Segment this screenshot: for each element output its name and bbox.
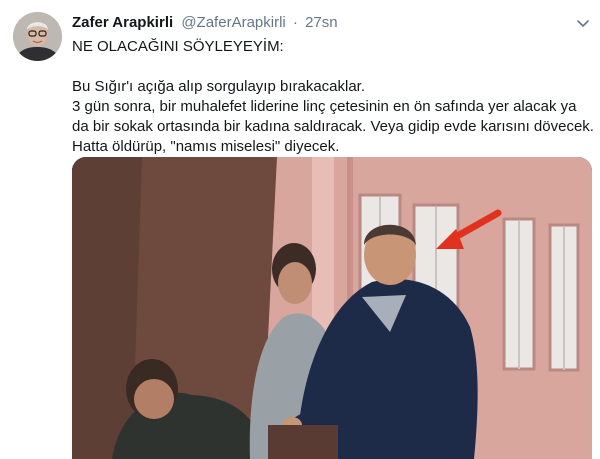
author-handle[interactable]: @ZaferArapkirli [181, 14, 285, 31]
chevron-down-icon[interactable] [575, 15, 591, 31]
tweet-line-3: 3 gün sonra, bir muhalefet liderine linç… [72, 98, 594, 135]
tweet-media-image[interactable] [72, 157, 592, 459]
avatar[interactable] [13, 12, 62, 61]
tweet-line-2: Bu Sığır'ı açığa alıp sorgulayıp bırakac… [72, 78, 366, 95]
tweet-line-1: NE OLACAĞINI SÖYLEYEYİM: [72, 38, 284, 55]
separator: · [292, 14, 298, 31]
timestamp[interactable]: 27sn [305, 14, 338, 31]
tweet-text: NE OLACAĞINI SÖYLEYEYİM: Bu Sığır'ı açığ… [72, 37, 596, 157]
author-name[interactable]: Zafer Arapkirli [72, 14, 173, 31]
tweet-line-4: Hatta öldürüp, "namıs miselesi" diyecek. [72, 138, 340, 155]
tweet: Zafer Arapkirli @ZaferArapkirli · 27sn N… [0, 0, 600, 459]
tweet-header: Zafer Arapkirli @ZaferArapkirli · 27sn [72, 13, 560, 33]
